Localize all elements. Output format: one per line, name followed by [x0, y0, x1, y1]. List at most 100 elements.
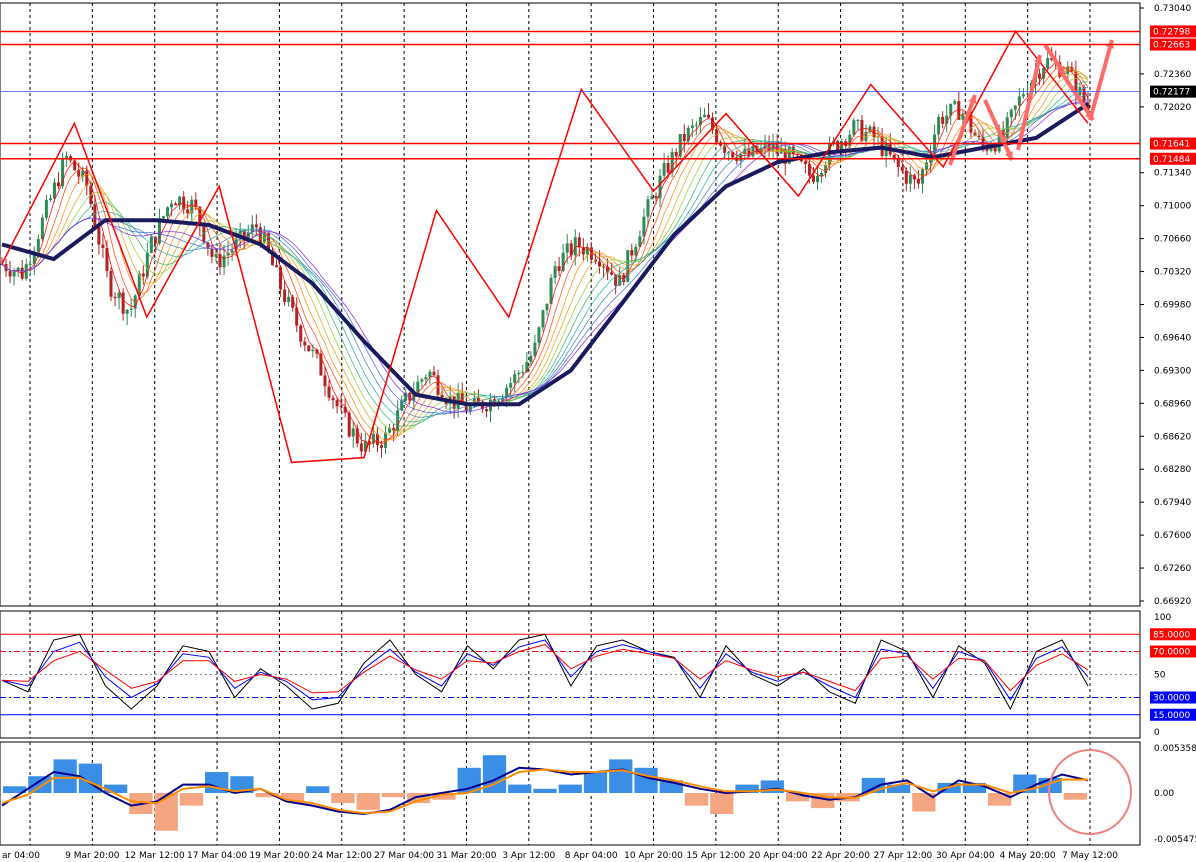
candle-body [420, 379, 424, 382]
candle-body [573, 237, 577, 256]
candle-body [820, 173, 824, 176]
candle-body [856, 119, 860, 121]
candle-body [214, 254, 218, 257]
candle-body [1017, 96, 1021, 106]
candle-body [1009, 109, 1013, 118]
candle-body [48, 198, 52, 201]
price-level-label: 0.72798 [1153, 27, 1190, 37]
candle-body [529, 355, 533, 363]
candle-body [602, 266, 606, 268]
candle-body [937, 116, 941, 135]
candle-body [537, 327, 541, 343]
candle-body [428, 371, 432, 378]
candle-body [509, 383, 513, 388]
x-tick-label: 3 Apr 12:00 [502, 851, 555, 861]
candle-body [331, 397, 335, 401]
macd-histogram-bar [356, 793, 380, 810]
macd-histogram-bar [634, 767, 658, 794]
candle-body [666, 163, 670, 173]
candle-body [1025, 93, 1029, 95]
candle-body [125, 309, 129, 314]
x-tick-label: 20 Apr 04:00 [749, 851, 808, 861]
x-tick-label: 7 May 12:00 [1062, 851, 1118, 861]
stoch-y-tick-label: 0 [1154, 728, 1160, 738]
candle-body [432, 371, 436, 376]
candle-body [40, 217, 44, 240]
candle-body [610, 272, 614, 275]
macd-histogram-bar [1063, 793, 1087, 800]
macd-histogram-bar [710, 793, 734, 815]
x-tick-label: 9 Mar 20:00 [65, 851, 120, 861]
price-level-label: 0.72177 [1153, 88, 1190, 98]
macd-histogram-bar [987, 793, 1012, 806]
candle-body [896, 158, 900, 167]
stoch-level-label: 30.0000 [1153, 694, 1190, 704]
candle-body [852, 120, 856, 135]
candle-body [545, 303, 549, 311]
macd-panel[interactable]: 0.005358 0.00 -0.005475 [0, 741, 1196, 846]
candle-body [97, 226, 101, 245]
candle-body [113, 296, 117, 299]
candle-body [953, 101, 957, 104]
candle-body [553, 266, 557, 278]
candle-body [646, 199, 650, 217]
candle-body [811, 175, 815, 183]
x-tick-label: 31 Mar 20:00 [436, 851, 496, 861]
candle-body [521, 371, 525, 374]
candle-body [674, 151, 678, 157]
candle-body [174, 203, 178, 206]
macd-y-tick-label: -0.005475 [1154, 835, 1196, 845]
y-tick-label: 0.70660 [1154, 235, 1191, 245]
candle-body [860, 119, 864, 142]
x-tick-label: 15 Apr 12:00 [687, 851, 746, 861]
candle-body [702, 114, 706, 118]
macd-histogram-bar [381, 793, 406, 798]
stoch-y-tick-label: 50 [1154, 671, 1166, 681]
candle-body [335, 400, 339, 407]
y-tick-label: 0.69980 [1154, 301, 1191, 311]
candle-body [109, 271, 113, 297]
y-tick-label: 0.69640 [1154, 333, 1191, 343]
candle-body [161, 216, 165, 219]
candle-body [57, 182, 61, 187]
y-tick-label: 0.71340 [1154, 169, 1191, 179]
candle-body [598, 261, 602, 267]
candle-body [989, 148, 993, 151]
candle-body [101, 244, 105, 248]
candle-body [436, 375, 440, 395]
candle-body [1021, 94, 1025, 97]
candle-body [311, 349, 315, 352]
forex-chart[interactable]: 0.73040 0.72360 0.72020 0.71340 0.71000 0.706… [0, 0, 1196, 862]
candle-body [351, 428, 355, 437]
candle-body [8, 271, 12, 277]
candle-body [129, 308, 133, 310]
candle-body [908, 175, 912, 184]
stochastic-panel[interactable]: 100 50 0 85.0000 70.0000 30.0000 15.0000 [0, 610, 1196, 739]
candle-body [303, 341, 307, 346]
candle-body [872, 126, 876, 138]
x-tick-label: 4 May 20:00 [1000, 851, 1056, 861]
x-tick-label: 24 Mar 12:00 [312, 851, 372, 861]
candle-body [662, 163, 666, 176]
x-tick-label: ar 04:00 [2, 851, 40, 861]
y-tick-label: 0.66920 [1154, 597, 1191, 607]
y-tick-label: 0.68620 [1154, 432, 1191, 442]
price-panel[interactable]: 0.73040 0.72360 0.72020 0.71340 0.71000 0.706… [0, 2, 1196, 607]
candle-body [1046, 58, 1050, 69]
macd-y-tick-label: 0.00 [1154, 789, 1174, 799]
candle-body [275, 265, 279, 268]
candle-body [694, 124, 698, 126]
macd-histogram-bar [331, 793, 355, 804]
candle-body [283, 289, 287, 303]
candle-body [166, 207, 170, 217]
price-level-label: 0.71641 [1153, 140, 1190, 150]
macd-histogram-bar [533, 788, 557, 794]
macd-histogram-bar [684, 793, 709, 806]
candle-body [892, 154, 896, 159]
candle-body [141, 273, 145, 277]
candle-body [44, 200, 48, 218]
x-tick-label: 12 Mar 12:00 [125, 851, 185, 861]
candle-body [210, 248, 214, 257]
candle-body [654, 196, 658, 199]
price-frame [0, 2, 1141, 607]
